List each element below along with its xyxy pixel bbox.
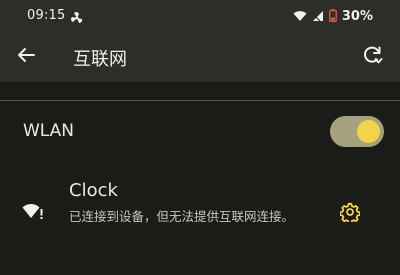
toggle-knob	[357, 120, 380, 143]
battery-low-icon	[328, 7, 337, 26]
network-name: Clock	[69, 180, 118, 201]
divider	[0, 100, 400, 101]
arrow-back-icon	[17, 47, 35, 67]
wlan-row[interactable]: WLAN	[0, 108, 400, 156]
app-bar: 互联网	[0, 32, 400, 82]
signal-icon	[312, 7, 324, 26]
page-title: 互联网	[73, 49, 127, 70]
refresh-button[interactable]	[358, 43, 386, 71]
fan-icon	[71, 9, 83, 24]
refresh-icon	[361, 44, 383, 70]
status-time: 09:15	[27, 8, 66, 23]
network-item[interactable]: Clock 已连接到设备，但无法提供互联网连接。	[0, 172, 400, 252]
network-settings-button[interactable]	[338, 202, 362, 226]
wifi-warning-icon	[22, 202, 44, 220]
wifi-icon	[293, 7, 307, 26]
wlan-label: WLAN	[23, 121, 75, 141]
network-status: 已连接到设备，但无法提供互联网连接。	[69, 209, 295, 224]
status-icons: 30%	[293, 7, 373, 26]
back-button[interactable]	[12, 43, 40, 71]
battery-percent: 30%	[341, 9, 373, 24]
gear-icon	[339, 202, 361, 226]
wlan-toggle[interactable]	[330, 116, 384, 147]
status-bar: 09:15 30%	[0, 0, 400, 32]
